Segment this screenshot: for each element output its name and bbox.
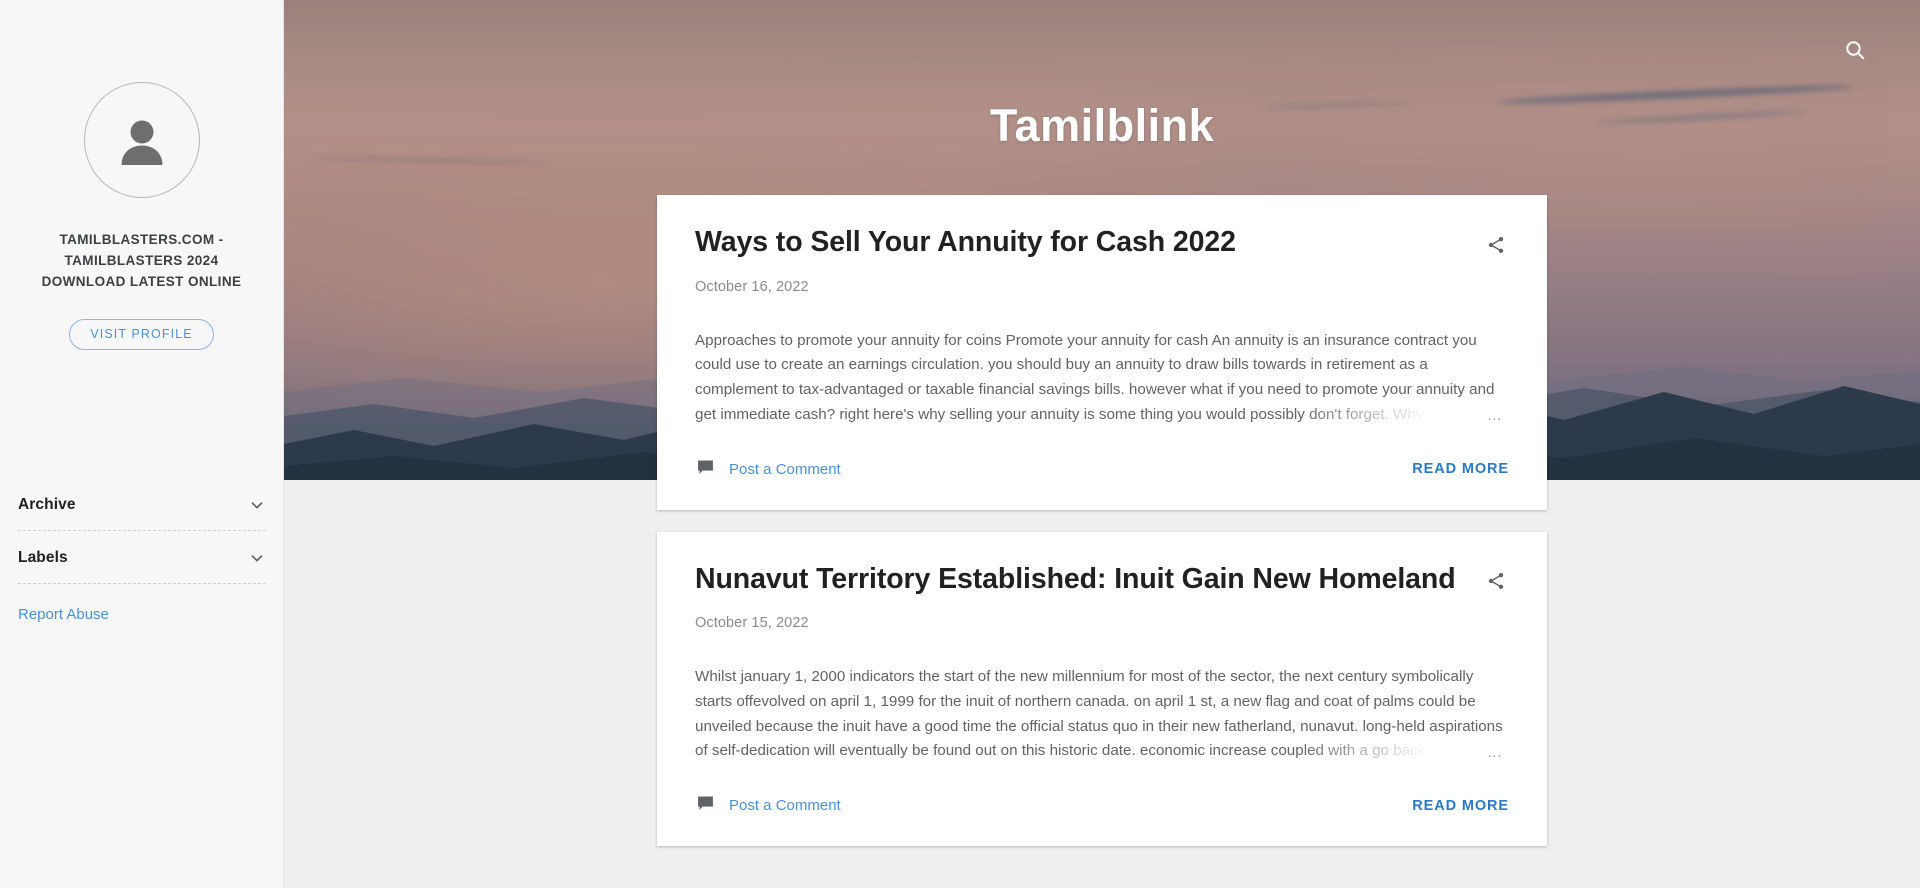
person-avatar-icon bbox=[111, 109, 173, 171]
post-a-comment-link[interactable]: Post a Comment bbox=[695, 457, 841, 482]
sidebar-item-labels-label: Labels bbox=[18, 549, 68, 566]
post-snippet-wrapper: Whilst january 1, 2000 indicators the st… bbox=[695, 665, 1509, 768]
sidebar-section-labels: Labels bbox=[18, 531, 266, 584]
post-a-comment-link[interactable]: Post a Comment bbox=[695, 793, 841, 818]
share-icon bbox=[1486, 235, 1506, 258]
report-abuse-link[interactable]: Report Abuse bbox=[18, 606, 266, 623]
share-button[interactable] bbox=[1481, 231, 1511, 261]
snippet-ellipsis: … bbox=[1486, 743, 1503, 761]
comment-icon bbox=[695, 793, 716, 818]
post-date[interactable]: October 16, 2022 bbox=[695, 279, 1509, 295]
avatar bbox=[83, 82, 200, 198]
post-title[interactable]: Nunavut Territory Established: Inuit Gai… bbox=[695, 562, 1509, 598]
search-icon bbox=[1843, 38, 1867, 65]
post-snippet-wrapper: Approaches to promote your annuity for c… bbox=[695, 329, 1509, 431]
archive-toggle-row[interactable]: Archive bbox=[18, 478, 266, 530]
comment-icon bbox=[695, 457, 716, 482]
sidebar: TAMILBLASTERS.COM - TAMILBLASTERS 2024 D… bbox=[0, 0, 284, 888]
read-more-link[interactable]: READ MORE bbox=[1412, 798, 1509, 814]
post-a-comment-label: Post a Comment bbox=[729, 797, 841, 815]
sidebar-item-archive-label: Archive bbox=[18, 496, 76, 513]
sidebar-sections: Archive Labels Report Abuse bbox=[0, 478, 284, 623]
post-date[interactable]: October 15, 2022 bbox=[695, 615, 1509, 631]
profile-name: TAMILBLASTERS.COM - TAMILBLASTERS 2024 D… bbox=[41, 232, 242, 289]
read-more-link[interactable]: READ MORE bbox=[1412, 461, 1509, 477]
blog-title: Tamilblink bbox=[989, 100, 1215, 151]
post-a-comment-label: Post a Comment bbox=[729, 460, 841, 478]
chevron-down-icon bbox=[248, 549, 266, 567]
labels-toggle-row[interactable]: Labels bbox=[18, 531, 266, 583]
visit-profile-button[interactable]: VISIT PROFILE bbox=[69, 318, 214, 350]
post-snippet-text: Approaches to promote your annuity for c… bbox=[695, 331, 1507, 431]
page-root: Tamilblink TAMILBLASTERS.COM - TAMILBLAS… bbox=[0, 0, 1920, 888]
post-card-footer: Post a Comment READ MORE bbox=[695, 767, 1509, 846]
post-title[interactable]: Ways to Sell Your Annuity for Cash 2022 bbox=[695, 225, 1509, 261]
post-snippet-text: Whilst january 1, 2000 indicators the st… bbox=[695, 668, 1503, 767]
search-button[interactable] bbox=[1838, 34, 1872, 68]
sidebar-section-archive: Archive bbox=[18, 478, 266, 531]
snippet-ellipsis: … bbox=[1486, 407, 1503, 424]
share-icon bbox=[1486, 571, 1506, 594]
share-button[interactable] bbox=[1481, 568, 1511, 598]
chevron-down-icon bbox=[248, 496, 266, 514]
post-card-footer: Post a Comment READ MORE bbox=[695, 431, 1509, 510]
profile-block: TAMILBLASTERS.COM - TAMILBLASTERS 2024 D… bbox=[0, 0, 283, 350]
post-feed: Ways to Sell Your Annuity for Cash 2022 … bbox=[657, 195, 1547, 868]
post-card: Nunavut Territory Established: Inuit Gai… bbox=[657, 531, 1547, 847]
post-card: Ways to Sell Your Annuity for Cash 2022 … bbox=[657, 195, 1547, 510]
